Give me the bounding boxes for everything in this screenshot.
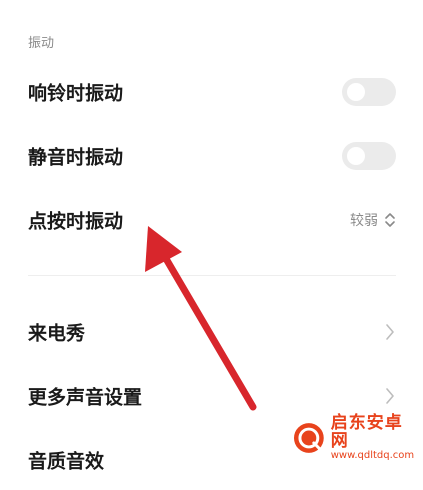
silent-vibration-label: 静音时振动 (28, 146, 124, 169)
section-header-vibration: 振动 (28, 36, 55, 51)
watermark: 启东安卓网 www.qdltdq.com (292, 412, 420, 460)
caller-show-row[interactable]: 来电秀 (0, 302, 423, 362)
watermark-name: 启东安卓网 (330, 412, 403, 451)
silent-vibration-toggle[interactable] (342, 142, 396, 170)
toggle-knob (347, 147, 365, 165)
touch-vibration-row[interactable]: 点按时振动 较弱 (0, 190, 423, 250)
more-sound-settings-label: 更多声音设置 (28, 386, 143, 409)
ring-vibration-label: 响铃时振动 (28, 82, 124, 105)
ring-vibration-toggle[interactable] (342, 78, 396, 106)
touch-vibration-value: 较弱 (350, 213, 378, 229)
touch-vibration-label: 点按时振动 (28, 210, 124, 233)
chevron-right-icon (386, 324, 394, 340)
watermark-logo-icon (293, 423, 324, 453)
sound-quality-label: 音质音效 (28, 450, 105, 473)
section-divider (28, 275, 396, 276)
ring-vibration-row[interactable]: 响铃时振动 (0, 62, 423, 122)
caller-show-label: 来电秀 (28, 322, 86, 345)
silent-vibration-row[interactable]: 静音时振动 (0, 126, 423, 186)
up-down-chevron-icon (385, 213, 395, 227)
toggle-knob (347, 83, 365, 101)
touch-vibration-select[interactable]: 较弱 (350, 210, 396, 230)
chevron-right-icon (386, 388, 394, 404)
